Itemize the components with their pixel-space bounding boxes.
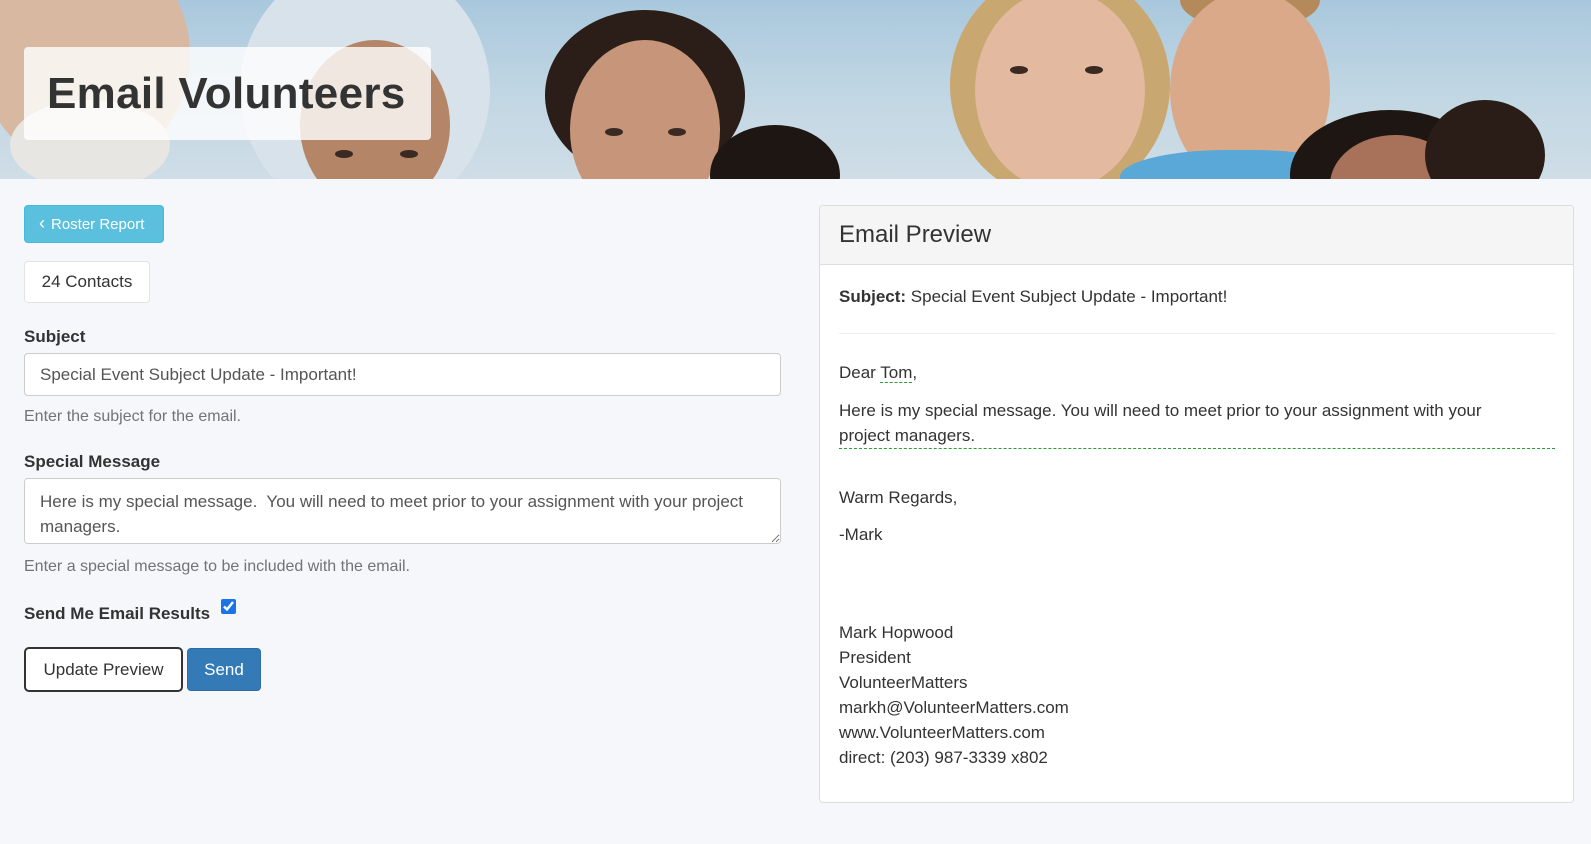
preview-signature: Mark Hopwood President VolunteerMatters …: [839, 620, 1069, 770]
message-underline: [839, 448, 1555, 449]
subject-input[interactable]: [24, 353, 781, 396]
preview-message: Here is my special message. You will nee…: [839, 401, 1482, 445]
contacts-count: 24 Contacts: [24, 261, 150, 303]
preview-subject-line: Subject: Special Event Subject Update - …: [839, 287, 1227, 307]
send-button[interactable]: Send: [187, 648, 261, 691]
signature-phone: direct: (203) 987-3339 x802: [839, 748, 1048, 767]
chevron-left-icon: ‹: [39, 212, 45, 233]
preview-closing: Warm Regards,: [839, 488, 958, 507]
signature-title: President: [839, 648, 911, 667]
greeting-prefix: Dear: [839, 363, 876, 382]
preview-greeting: Dear Tom,: [839, 363, 917, 383]
special-message-help: Enter a special message to be included w…: [24, 558, 410, 575]
signature-name: Mark Hopwood: [839, 623, 954, 642]
page-title: Email Volunteers: [47, 69, 406, 118]
title-box: Email Volunteers: [24, 47, 431, 140]
special-message-input[interactable]: Here is my special message. You will nee…: [24, 478, 781, 544]
special-message-label: Special Message: [24, 452, 161, 471]
update-preview-button[interactable]: Update Preview: [24, 647, 183, 692]
signature-org: VolunteerMatters: [839, 673, 968, 692]
roster-report-label: Roster Report: [51, 215, 145, 233]
roster-report-button[interactable]: ‹ Roster Report: [24, 205, 164, 243]
greeting-suffix: ,: [912, 363, 918, 382]
preview-divider: [839, 333, 1555, 334]
preview-sender-short: -Mark: [839, 525, 883, 544]
email-preview-panel: Email Preview Subject: Special Event Sub…: [819, 205, 1574, 803]
preview-subject-prefix: Subject:: [839, 287, 907, 306]
subject-help: Enter the subject for the email.: [24, 408, 241, 425]
signature-email: markh@VolunteerMatters.com: [839, 698, 1069, 717]
subject-label: Subject: [24, 327, 86, 346]
email-preview-title: Email Preview: [820, 206, 1573, 265]
header-banner: Email Volunteers: [0, 0, 1591, 179]
preview-subject-text: Special Event Subject Update - Important…: [910, 287, 1228, 306]
send-results-label: Send Me Email Results: [24, 604, 211, 623]
greeting-name: Tom: [880, 363, 913, 383]
send-results-checkbox[interactable]: [221, 599, 236, 614]
signature-website: www.VolunteerMatters.com: [839, 723, 1045, 742]
